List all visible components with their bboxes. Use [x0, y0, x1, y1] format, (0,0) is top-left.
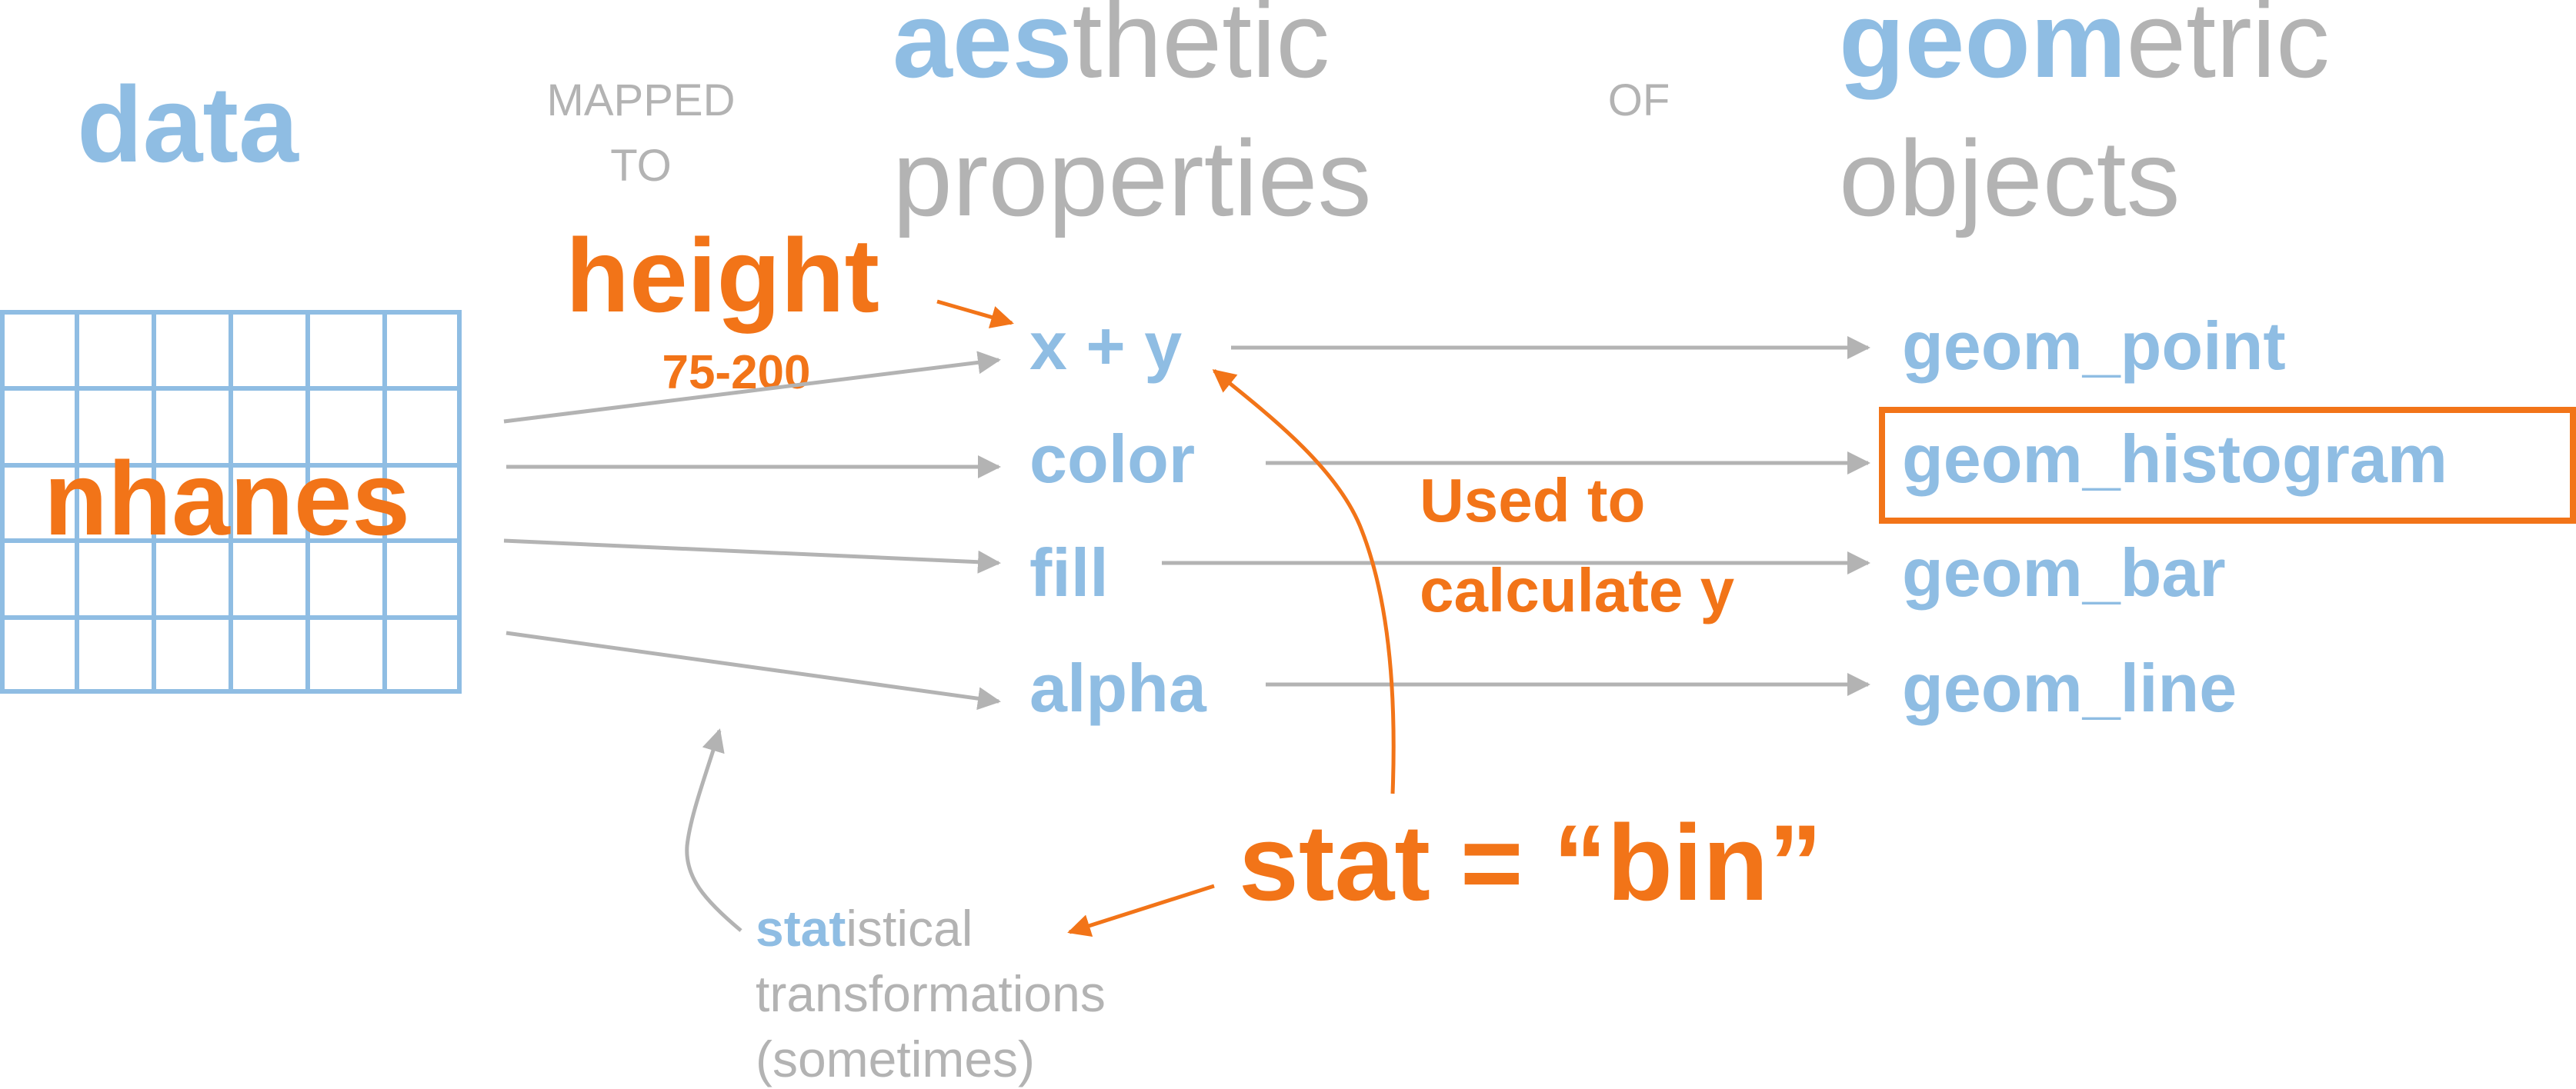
- stat-transformations-line1: statistical: [756, 900, 973, 957]
- variable-arrow: [936, 299, 1014, 328]
- geom-bar: geom_bar: [1902, 535, 2226, 611]
- header-geometric-highlight: geom: [1839, 0, 2126, 100]
- annotation-line2: calculate y: [1420, 556, 1735, 624]
- stat-transformations-line3: (sometimes): [756, 1031, 1035, 1087]
- stat-label: stat = “bin”: [1239, 802, 1822, 923]
- annotation-line1: Used to: [1420, 466, 1645, 535]
- header-aesthetic-highlight: aes: [893, 0, 1073, 100]
- header-properties: properties: [893, 118, 1372, 238]
- header-mapped-to-line2: TO: [610, 141, 672, 191]
- geom-line: geom_line: [1902, 650, 2237, 726]
- header-mapped-to-line1: MAPPED: [547, 75, 736, 125]
- header-geometric: geometric: [1839, 0, 2330, 100]
- geom-point: geom_point: [1902, 308, 2286, 384]
- stat-highlight: stat: [756, 900, 846, 957]
- mapping-arrow-fill: [503, 538, 1001, 574]
- aesthetic-color: color: [1029, 421, 1195, 497]
- header-of: OF: [1608, 75, 1670, 125]
- header-data: data: [77, 64, 299, 185]
- variable-name: height: [566, 217, 879, 334]
- dataset-name: nhanes: [44, 440, 410, 557]
- aesthetic-x-y: x + y: [1029, 308, 1182, 384]
- header-aesthetic-rest: thetic: [1073, 0, 1330, 100]
- aesthetic-alpha: alpha: [1029, 650, 1207, 726]
- stat-transformations-line2: transformations: [756, 965, 1106, 1022]
- ggplot-grammar-diagram: data MAPPED TO aesthetic properties OF g…: [0, 0, 2576, 1087]
- stat-rest: istical: [846, 900, 973, 957]
- stat-to-transformations-arrow: [1067, 884, 1215, 937]
- mapping-arrow-alpha: [506, 631, 1001, 711]
- header-objects: objects: [1839, 118, 2181, 238]
- geom-histogram: geom_histogram: [1902, 421, 2448, 497]
- aesthetic-fill: fill: [1029, 535, 1109, 611]
- header-geometric-rest: etric: [2126, 0, 2329, 100]
- transformations-to-mapping-arrow: [685, 728, 742, 932]
- stat-to-xy-arrow: [1212, 369, 1396, 794]
- header-aesthetic: aesthetic: [893, 0, 1330, 100]
